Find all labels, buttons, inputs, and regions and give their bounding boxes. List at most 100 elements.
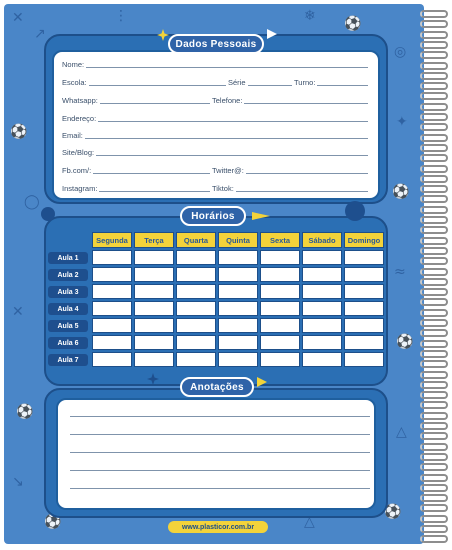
shift-field[interactable]: Turno: xyxy=(294,78,368,87)
schedule-title: Horários xyxy=(180,206,246,226)
schedule-cell[interactable] xyxy=(302,250,342,265)
instagram-field[interactable]: Instagram: xyxy=(62,184,210,193)
schedule-cell[interactable] xyxy=(260,335,300,350)
schedule-cell[interactable] xyxy=(302,352,342,367)
phone-field[interactable]: Telefone: xyxy=(212,96,368,105)
schedule-cell[interactable] xyxy=(344,335,384,350)
schedule-cell[interactable] xyxy=(134,250,174,265)
schedule-cell[interactable] xyxy=(134,284,174,299)
schedule-cell[interactable] xyxy=(302,318,342,333)
spiral-ring xyxy=(420,483,448,492)
schedule-cell[interactable] xyxy=(176,267,216,282)
class-period-label: Aula 7 xyxy=(48,354,88,366)
email-field[interactable]: Email: xyxy=(62,131,368,140)
schedule-cell[interactable] xyxy=(176,352,216,367)
schedule-cell[interactable] xyxy=(344,284,384,299)
spiral-ring xyxy=(420,432,448,441)
schedule-cell[interactable] xyxy=(344,267,384,282)
day-header: Quarta xyxy=(176,232,216,248)
schedule-cell[interactable] xyxy=(344,250,384,265)
schedule-cell[interactable] xyxy=(92,335,132,350)
spiral-ring xyxy=(420,473,448,482)
triangle-icon xyxy=(257,377,267,387)
schedule-cell[interactable] xyxy=(218,250,258,265)
spiral-ring xyxy=(420,10,448,18)
triangle-icon xyxy=(252,212,270,220)
footer-url[interactable]: www.plasticor.com.br xyxy=(168,521,268,533)
spiral-ring xyxy=(420,391,448,400)
note-line xyxy=(70,416,370,417)
schedule-cell[interactable] xyxy=(218,301,258,316)
schedule-cell[interactable] xyxy=(260,301,300,316)
doodle-icon: ↗ xyxy=(34,26,46,42)
note-line xyxy=(70,470,370,471)
class-period-label: Aula 5 xyxy=(48,320,88,332)
schedule-cell[interactable] xyxy=(176,335,216,350)
schedule-cell[interactable] xyxy=(134,267,174,282)
doodle-icon: ⚽ xyxy=(10,124,28,140)
schedule-cell[interactable] xyxy=(344,352,384,367)
field-label: Nome: xyxy=(62,60,85,69)
twitter-field[interactable]: Twitter@: xyxy=(212,166,368,175)
schedule-cell[interactable] xyxy=(134,335,174,350)
doodle-icon: ◯ xyxy=(24,194,40,210)
tiktok-field[interactable]: Tiktok: xyxy=(212,184,368,193)
schedule-cell[interactable] xyxy=(260,267,300,282)
address-field[interactable]: Endereço: xyxy=(62,114,368,123)
doodle-icon: ⋮ xyxy=(114,8,128,24)
grade-field[interactable]: Série xyxy=(228,78,292,87)
schedule-cell[interactable] xyxy=(218,335,258,350)
facebook-field[interactable]: Fb.com/: xyxy=(62,166,210,175)
field-label: Instagram: xyxy=(62,184,98,193)
schedule-cell[interactable] xyxy=(344,301,384,316)
schedule-cell[interactable] xyxy=(218,284,258,299)
field-label: Endereço: xyxy=(62,114,97,123)
spiral-ring xyxy=(420,40,448,49)
schedule-cell[interactable] xyxy=(344,318,384,333)
spiral-ring xyxy=(420,92,448,101)
schedule-cell[interactable] xyxy=(260,318,300,333)
notes-card[interactable] xyxy=(56,398,376,510)
field-label: Email: xyxy=(62,131,83,140)
class-period-label: Aula 6 xyxy=(48,337,88,349)
spiral-ring xyxy=(420,380,448,389)
name-field[interactable]: Nome: xyxy=(62,60,368,69)
schedule-cell[interactable] xyxy=(176,284,216,299)
schedule-cell[interactable] xyxy=(92,250,132,265)
spiral-ring xyxy=(420,411,448,420)
spiral-ring xyxy=(420,494,448,503)
notes-title: Anotações xyxy=(180,377,254,397)
schedule-cell[interactable] xyxy=(218,352,258,367)
schedule-cell[interactable] xyxy=(218,267,258,282)
site-blog-field[interactable]: Site/Blog: xyxy=(62,148,368,157)
spiral-ring xyxy=(420,174,448,183)
schedule-cell[interactable] xyxy=(134,318,174,333)
schedule-cell[interactable] xyxy=(176,301,216,316)
whatsapp-field[interactable]: Whatsapp: xyxy=(62,96,210,105)
schedule-cell[interactable] xyxy=(134,301,174,316)
spiral-ring xyxy=(420,185,448,194)
star-icon xyxy=(157,29,169,41)
school-field[interactable]: Escola: xyxy=(62,78,226,87)
schedule-cell[interactable] xyxy=(134,352,174,367)
schedule-cell[interactable] xyxy=(218,318,258,333)
schedule-cell[interactable] xyxy=(92,284,132,299)
day-header: Sábado xyxy=(302,232,342,248)
schedule-cell[interactable] xyxy=(260,250,300,265)
schedule-cell[interactable] xyxy=(260,284,300,299)
schedule-cell[interactable] xyxy=(92,267,132,282)
field-label: Whatsapp: xyxy=(62,96,98,105)
schedule-cell[interactable] xyxy=(302,335,342,350)
schedule-cell[interactable] xyxy=(260,352,300,367)
doodle-icon: ⚽ xyxy=(392,184,410,200)
schedule-cell[interactable] xyxy=(92,301,132,316)
schedule-cell[interactable] xyxy=(176,250,216,265)
schedule-cell[interactable] xyxy=(92,352,132,367)
schedule-cell[interactable] xyxy=(176,318,216,333)
schedule-cell[interactable] xyxy=(302,284,342,299)
schedule-cell[interactable] xyxy=(302,267,342,282)
spiral-ring xyxy=(420,205,448,214)
schedule-cell[interactable] xyxy=(92,318,132,333)
spiral-ring xyxy=(420,246,448,255)
schedule-cell[interactable] xyxy=(302,301,342,316)
